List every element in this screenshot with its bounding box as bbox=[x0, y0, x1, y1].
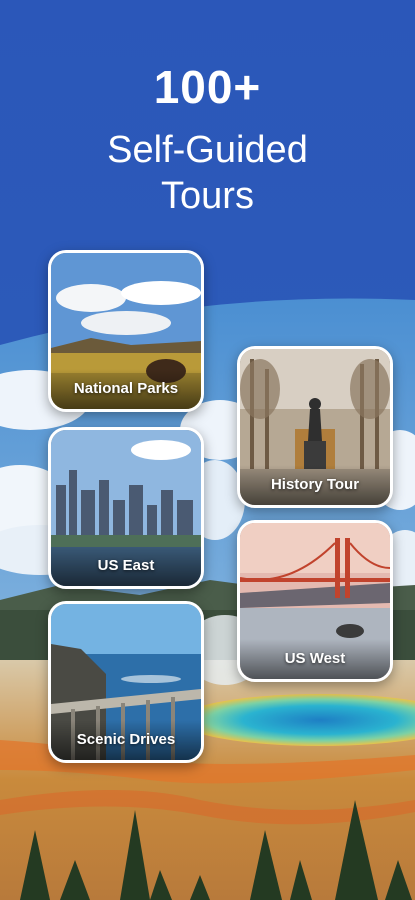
card-label: History Tour bbox=[270, 476, 360, 493]
card-us-east[interactable]: US East bbox=[48, 427, 204, 589]
tour-count: 100+ bbox=[153, 61, 262, 113]
card-label: National Parks bbox=[73, 380, 179, 397]
card-label: US West bbox=[284, 650, 346, 667]
headline-line-1: Self-Guided bbox=[107, 129, 308, 171]
card-national-parks[interactable]: National Parks bbox=[48, 250, 204, 412]
hero-headline: 100+ Self-Guided Tours bbox=[0, 60, 415, 218]
card-us-west[interactable]: US West bbox=[237, 520, 393, 682]
card-label: US East bbox=[97, 557, 155, 574]
card-label: Scenic Drives bbox=[76, 731, 176, 748]
headline-line-2: Tours bbox=[161, 175, 254, 217]
card-scenic-drives[interactable]: Scenic Drives bbox=[48, 601, 204, 763]
card-history-tour[interactable]: History Tour bbox=[237, 346, 393, 508]
